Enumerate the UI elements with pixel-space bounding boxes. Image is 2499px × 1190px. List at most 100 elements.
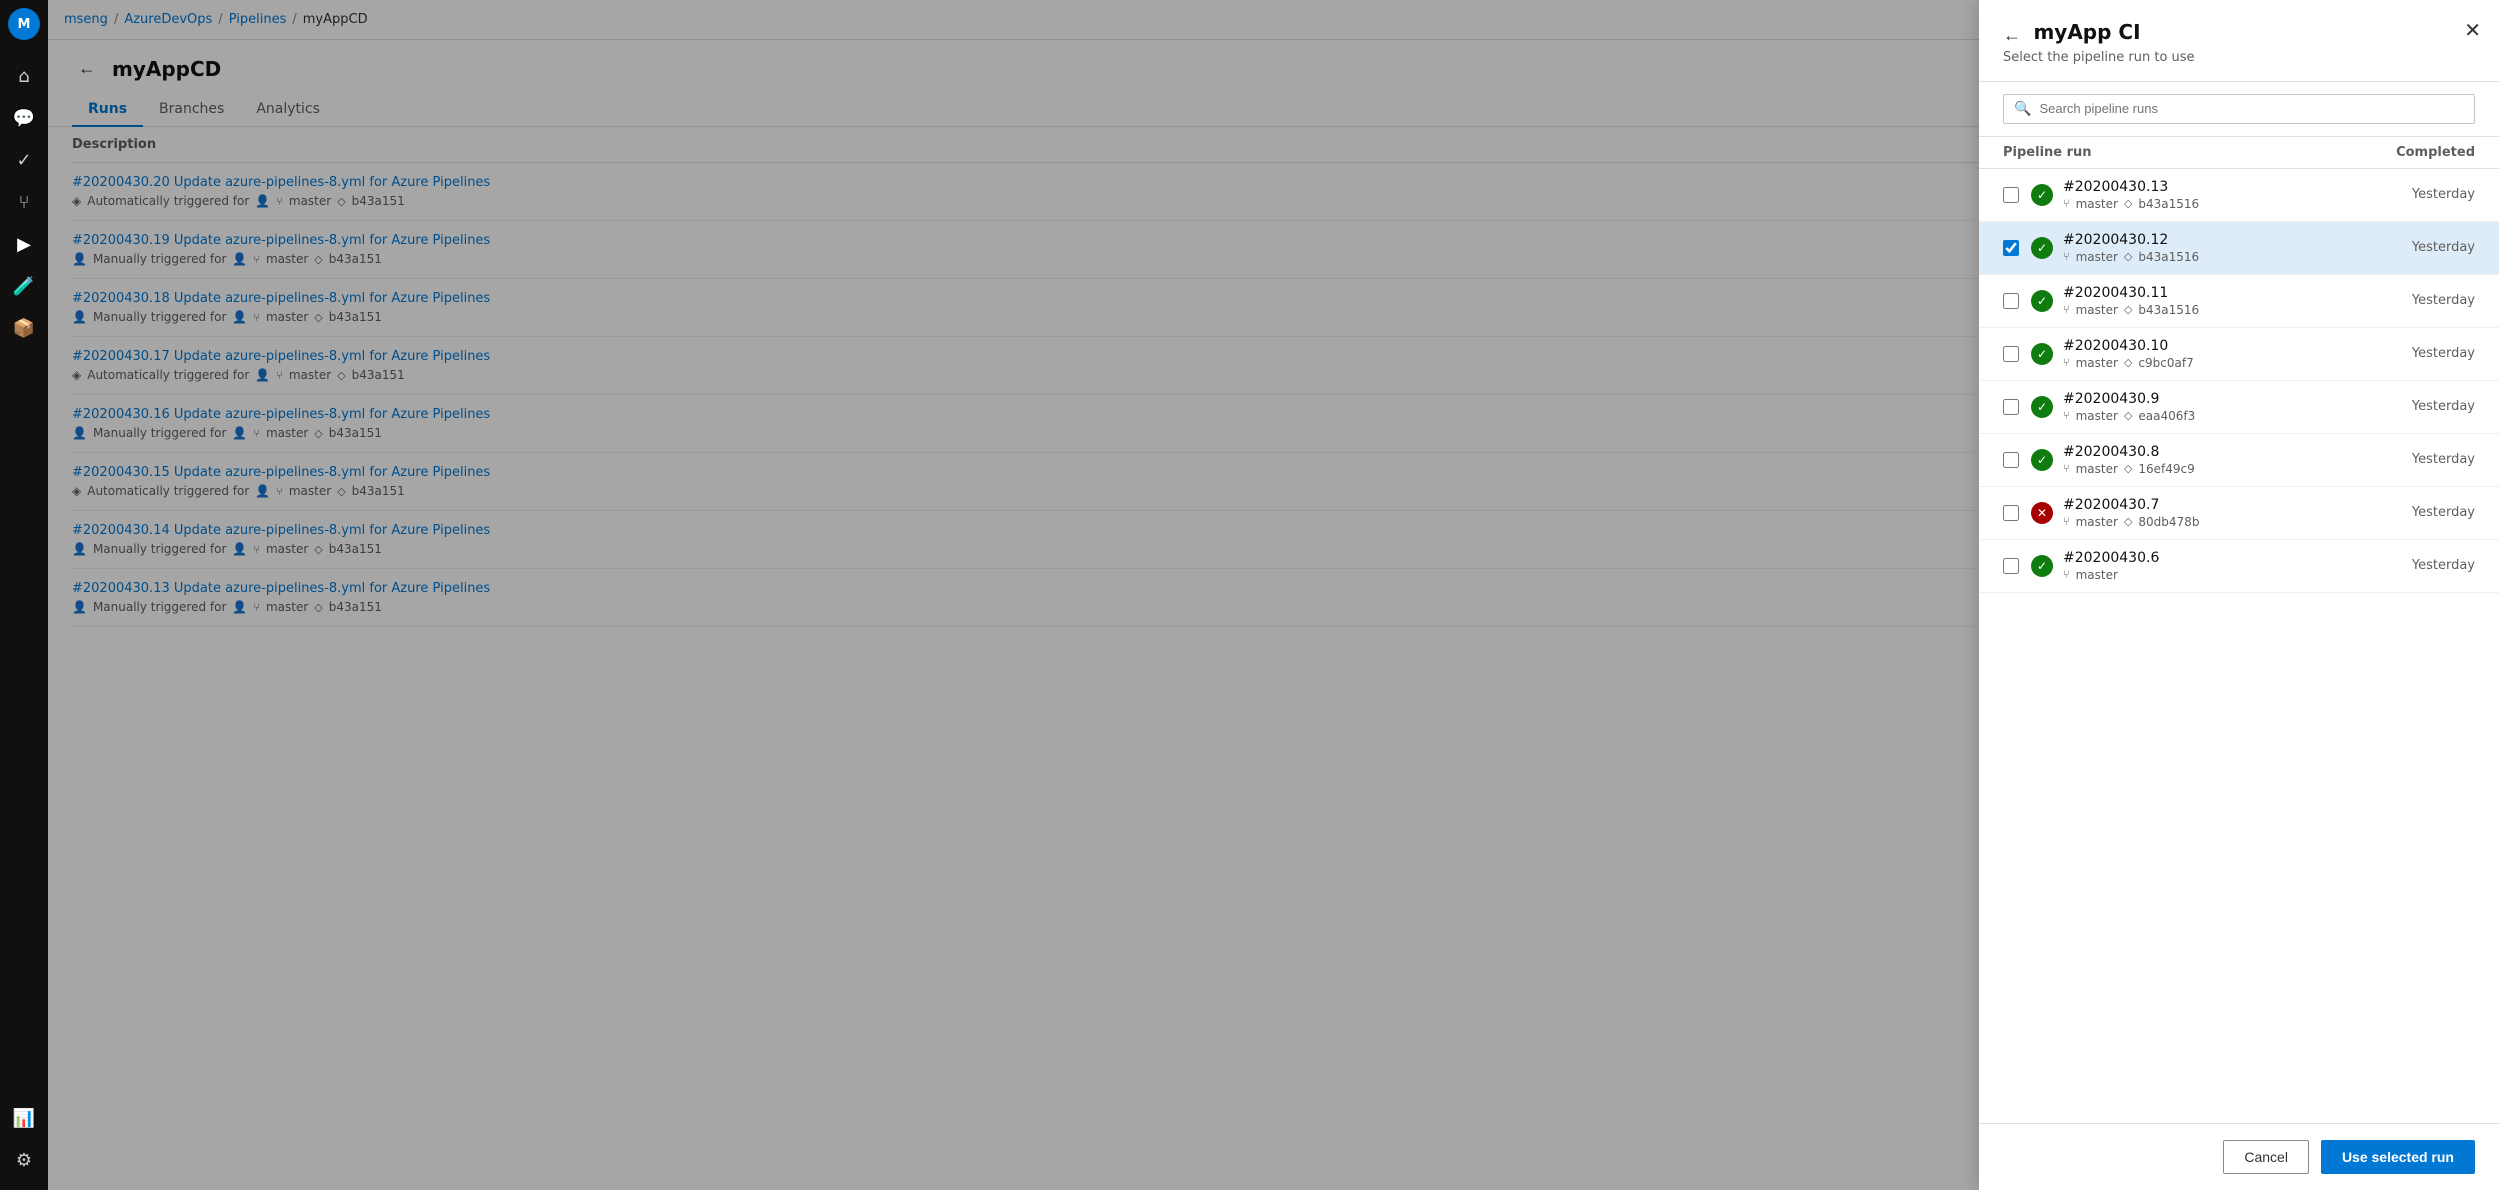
branch-icon: ⑂ xyxy=(2063,303,2070,316)
run-checkbox-5[interactable] xyxy=(2003,452,2019,468)
panel-subtitle: Select the pipeline run to use xyxy=(2003,50,2475,65)
repo-icon[interactable]: ⑂ xyxy=(4,182,44,222)
run-id-7: #20200430.6 xyxy=(2063,550,2375,566)
run-branch-1: master xyxy=(2076,250,2118,264)
branch-icon: ⑂ xyxy=(2063,409,2070,422)
run-info-1: #20200430.12 ⑂ master ◇ b43a1516 xyxy=(2063,232,2375,264)
run-completed-6: Yesterday xyxy=(2375,505,2475,520)
main-area: mseng / AzureDevOps / Pipelines / myAppC… xyxy=(48,0,2499,1190)
commit-icon: ◇ xyxy=(2124,462,2132,475)
cancel-button[interactable]: Cancel xyxy=(2223,1140,2309,1174)
panel-search-area: 🔍 xyxy=(1979,82,2499,137)
run-status-success-icon: ✓ xyxy=(2031,343,2053,365)
commit-icon: ◇ xyxy=(2124,515,2132,528)
avatar[interactable]: M xyxy=(8,8,40,40)
run-checkbox-0[interactable] xyxy=(2003,187,2019,203)
run-branch-0: master xyxy=(2076,197,2118,211)
search-input[interactable] xyxy=(2039,101,2464,116)
run-row-6[interactable]: ✕ #20200430.7 ⑂ master ◇ 80db478b Yester… xyxy=(1979,487,2499,540)
run-status-success-icon: ✓ xyxy=(2031,184,2053,206)
run-branch-7: master xyxy=(2076,568,2118,582)
run-row-5[interactable]: ✓ #20200430.8 ⑂ master ◇ 16ef49c9 Yester… xyxy=(1979,434,2499,487)
settings-icon[interactable]: ⚙ xyxy=(4,1140,44,1180)
run-branch-6: master xyxy=(2076,515,2118,529)
run-row-1[interactable]: ✓ #20200430.12 ⑂ master ◇ b43a1516 Yeste… xyxy=(1979,222,2499,275)
run-commit-2: b43a1516 xyxy=(2138,303,2199,317)
col-pipeline-run: Pipeline run xyxy=(2003,145,2375,160)
run-info-2: #20200430.11 ⑂ master ◇ b43a1516 xyxy=(2063,285,2375,317)
run-commit-3: c9bc0af7 xyxy=(2138,356,2193,370)
run-branch-2: master xyxy=(2076,303,2118,317)
panel-close-button[interactable]: ✕ xyxy=(2464,18,2481,43)
run-completed-3: Yesterday xyxy=(2375,346,2475,361)
run-status-success-icon: ✓ xyxy=(2031,396,2053,418)
run-branch-3: master xyxy=(2076,356,2118,370)
run-status-success-icon: ✓ xyxy=(2031,449,2053,471)
panel-list-header: Pipeline run Completed xyxy=(1979,137,2499,169)
branch-icon: ⑂ xyxy=(2063,515,2070,528)
run-row-0[interactable]: ✓ #20200430.13 ⑂ master ◇ b43a1516 Yeste… xyxy=(1979,169,2499,222)
panel-footer: Cancel Use selected run xyxy=(1979,1123,2499,1190)
panel-header: ← myApp CI Select the pipeline run to us… xyxy=(1979,0,2499,82)
branch-icon: ⑂ xyxy=(2063,568,2070,581)
run-checkbox-2[interactable] xyxy=(2003,293,2019,309)
run-completed-7: Yesterday xyxy=(2375,558,2475,573)
run-row-3[interactable]: ✓ #20200430.10 ⑂ master ◇ c9bc0af7 Yeste… xyxy=(1979,328,2499,381)
commit-icon: ◇ xyxy=(2124,303,2132,316)
sidebar: M ⌂ 💬 ✓ ⑂ ▶ 🧪 📦 📊 ⚙ xyxy=(0,0,48,1190)
work-icon[interactable]: ✓ xyxy=(4,140,44,180)
run-checkbox-1[interactable] xyxy=(2003,240,2019,256)
run-checkbox-7[interactable] xyxy=(2003,558,2019,574)
col-completed: Completed xyxy=(2375,145,2475,160)
run-row-2[interactable]: ✓ #20200430.11 ⑂ master ◇ b43a1516 Yeste… xyxy=(1979,275,2499,328)
run-id-0: #20200430.13 xyxy=(2063,179,2375,195)
run-commit-6: 80db478b xyxy=(2138,515,2199,529)
run-completed-2: Yesterday xyxy=(2375,293,2475,308)
run-id-1: #20200430.12 xyxy=(2063,232,2375,248)
run-info-4: #20200430.9 ⑂ master ◇ eaa406f3 xyxy=(2063,391,2375,423)
run-commit-1: b43a1516 xyxy=(2138,250,2199,264)
panel-back-button[interactable]: ← xyxy=(2003,25,2021,46)
run-row-4[interactable]: ✓ #20200430.9 ⑂ master ◇ eaa406f3 Yester… xyxy=(1979,381,2499,434)
run-checkbox-3[interactable] xyxy=(2003,346,2019,362)
run-id-3: #20200430.10 xyxy=(2063,338,2375,354)
run-status-success-icon: ✓ xyxy=(2031,237,2053,259)
run-status-fail-icon: ✕ xyxy=(2031,502,2053,524)
home-icon[interactable]: ⌂ xyxy=(4,56,44,96)
panel-title: myApp CI xyxy=(2033,20,2140,44)
search-icon: 🔍 xyxy=(2014,101,2031,117)
search-box: 🔍 xyxy=(2003,94,2475,124)
run-commit-5: 16ef49c9 xyxy=(2138,462,2194,476)
run-id-4: #20200430.9 xyxy=(2063,391,2375,407)
commit-icon: ◇ xyxy=(2124,197,2132,210)
branch-icon: ⑂ xyxy=(2063,197,2070,210)
run-branch-5: master xyxy=(2076,462,2118,476)
use-selected-run-button[interactable]: Use selected run xyxy=(2321,1140,2475,1174)
run-status-success-icon: ✓ xyxy=(2031,555,2053,577)
artifacts-icon[interactable]: 📦 xyxy=(4,308,44,348)
run-checkbox-4[interactable] xyxy=(2003,399,2019,415)
run-id-6: #20200430.7 xyxy=(2063,497,2375,513)
run-completed-0: Yesterday xyxy=(2375,187,2475,202)
branch-icon: ⑂ xyxy=(2063,356,2070,369)
run-commit-0: b43a1516 xyxy=(2138,197,2199,211)
panel-run-list: ✓ #20200430.13 ⑂ master ◇ b43a1516 Yeste… xyxy=(1979,169,2499,1124)
chart-icon[interactable]: 📊 xyxy=(4,1098,44,1138)
commit-icon: ◇ xyxy=(2124,356,2132,369)
run-info-7: #20200430.6 ⑂ master xyxy=(2063,550,2375,582)
commit-icon: ◇ xyxy=(2124,250,2132,263)
run-id-5: #20200430.8 xyxy=(2063,444,2375,460)
run-info-5: #20200430.8 ⑂ master ◇ 16ef49c9 xyxy=(2063,444,2375,476)
run-commit-4: eaa406f3 xyxy=(2138,409,2195,423)
run-completed-4: Yesterday xyxy=(2375,399,2475,414)
run-info-6: #20200430.7 ⑂ master ◇ 80db478b xyxy=(2063,497,2375,529)
run-row-7[interactable]: ✓ #20200430.6 ⑂ master Yesterday xyxy=(1979,540,2499,593)
run-checkbox-6[interactable] xyxy=(2003,505,2019,521)
run-info-0: #20200430.13 ⑂ master ◇ b43a1516 xyxy=(2063,179,2375,211)
run-id-2: #20200430.11 xyxy=(2063,285,2375,301)
pipelines-icon[interactable]: ▶ xyxy=(4,224,44,264)
chat-icon[interactable]: 💬 xyxy=(4,98,44,138)
branch-icon: ⑂ xyxy=(2063,462,2070,475)
run-status-success-icon: ✓ xyxy=(2031,290,2053,312)
test-icon[interactable]: 🧪 xyxy=(4,266,44,306)
